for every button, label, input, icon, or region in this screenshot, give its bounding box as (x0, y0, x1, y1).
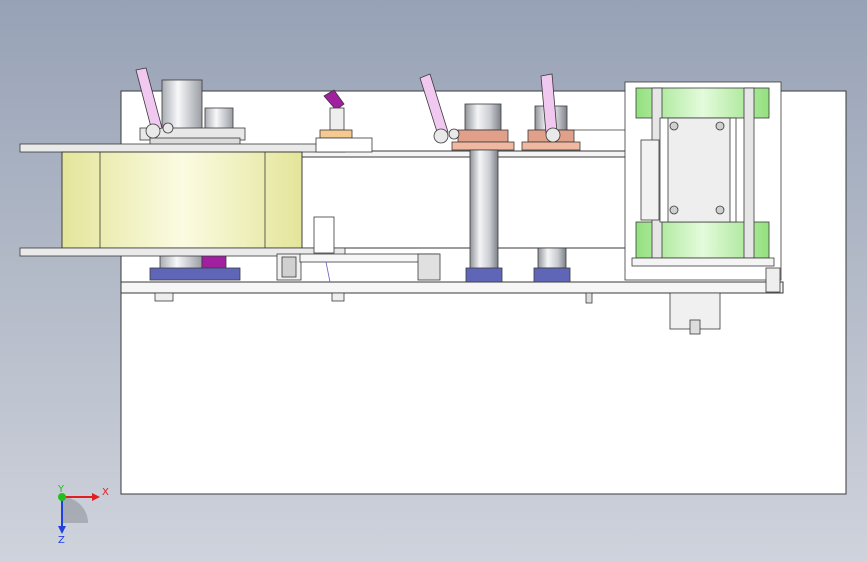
axis-triad: X Y Z (57, 484, 109, 546)
cad-viewport[interactable]: X Y Z (0, 0, 867, 562)
machine-drawing[interactable]: X Y Z (0, 0, 867, 562)
axis-y-label: Y (57, 484, 65, 495)
axis-z-label: Z (58, 535, 65, 546)
tape-reel (19, 143, 346, 257)
axis-x-label: X (102, 487, 109, 498)
